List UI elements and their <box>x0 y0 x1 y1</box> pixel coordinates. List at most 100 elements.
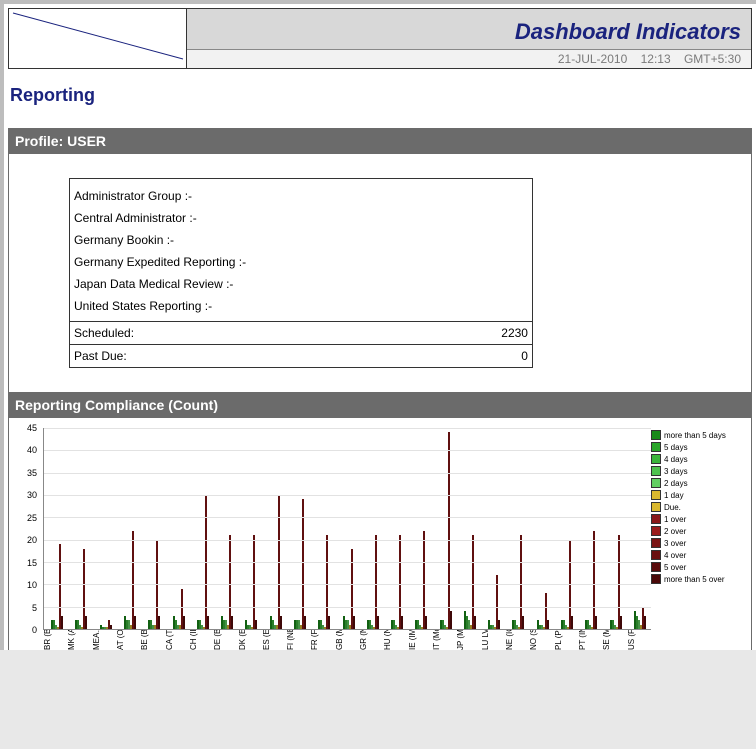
chart-bar <box>110 625 112 629</box>
chart-category <box>578 428 602 629</box>
x-tick: JP (MHLW) <box>456 630 480 650</box>
legend-swatch <box>651 538 661 548</box>
legend-swatch <box>651 502 661 512</box>
profile-row-label: Scheduled: <box>70 322 393 344</box>
chart-category <box>214 428 238 629</box>
x-tick: FI (NEH) <box>286 630 310 650</box>
legend-label: 1 day <box>664 491 684 500</box>
legend-label: 1 over <box>664 515 686 524</box>
chart-bar <box>61 616 63 629</box>
legend-swatch <box>651 430 661 440</box>
legend-item: 5 over <box>651 562 749 572</box>
x-tick: DK (ES) <box>238 630 262 650</box>
y-tick: 25 <box>27 513 37 523</box>
chart-category <box>530 428 554 629</box>
chart-bar <box>474 616 476 629</box>
x-tick: CH (IKS) <box>189 630 213 650</box>
profile-panel: Administrator Group :-Central Administra… <box>8 154 752 392</box>
legend-label: 4 days <box>664 455 688 464</box>
legend-item: 3 days <box>651 466 749 476</box>
chart-bar <box>522 616 524 629</box>
chart-bar <box>253 535 255 629</box>
legend-label: 3 days <box>664 467 688 476</box>
legend-item: 1 day <box>651 490 749 500</box>
legend-item: Due. <box>651 502 749 512</box>
legend-swatch <box>651 478 661 488</box>
x-tick: BE (BFK) <box>140 630 164 650</box>
profile-item: Central Administrator :- <box>74 207 528 229</box>
profile-item: Administrator Group :- <box>74 185 528 207</box>
legend-item: 5 days <box>651 442 749 452</box>
legend-label: 5 over <box>664 563 686 572</box>
chart-category <box>408 428 432 629</box>
chart-bar <box>620 616 622 629</box>
chart-category <box>335 428 359 629</box>
x-tick: MK (ACM) <box>67 630 91 650</box>
chart-bar <box>425 616 427 629</box>
chart-category <box>505 428 529 629</box>
chart-category <box>117 428 141 629</box>
profile-heading: Profile: USER <box>8 128 752 154</box>
chart-category <box>554 428 578 629</box>
compliance-chart: 051015202530354045 BR (BR…)MK (ACM)MEA… … <box>8 418 752 650</box>
x-tick: FR (FMM) <box>310 630 334 650</box>
chart-bar <box>644 616 646 629</box>
chart-category <box>360 428 384 629</box>
profile-item: Japan Data Medical Review :- <box>74 273 528 295</box>
chart-category <box>165 428 189 629</box>
chart-category <box>481 428 505 629</box>
chart-bar <box>450 611 452 629</box>
chart-legend: more than 5 days 5 days 4 days 3 days 2 days… <box>651 428 749 650</box>
chart-bar <box>547 620 549 629</box>
chart-bar <box>207 616 209 629</box>
chart-bar <box>183 616 185 629</box>
chart-category <box>384 428 408 629</box>
y-tick: 5 <box>32 603 37 613</box>
legend-label: 2 over <box>664 527 686 536</box>
chart-category <box>44 428 68 629</box>
x-tick: BR (BR…) <box>43 630 67 650</box>
y-tick: 20 <box>27 535 37 545</box>
legend-swatch <box>651 526 661 536</box>
chart-bar <box>158 616 160 629</box>
x-tick: AT (OEK) <box>116 630 140 650</box>
profile-item: Germany Expedited Reporting :- <box>74 251 528 273</box>
x-tick: SE (MPA) <box>602 630 626 650</box>
page-banner-title: Dashboard Indicators <box>187 9 751 50</box>
chart-bar <box>231 616 233 629</box>
x-tick: IE (IMB) <box>408 630 432 650</box>
banner-time: 12:13 <box>641 52 671 66</box>
chart-bar <box>280 616 282 629</box>
chart-bar <box>401 616 403 629</box>
chart-category <box>457 428 481 629</box>
legend-item: 4 days <box>651 454 749 464</box>
chart-bar <box>595 616 597 629</box>
y-tick: 10 <box>27 580 37 590</box>
page-banner-meta: 21-JUL-2010 12:13 GMT+5:30 <box>187 50 751 68</box>
chart-bar <box>255 620 257 629</box>
x-tick: IT (MoS) <box>432 630 456 650</box>
chart-bar <box>85 616 87 629</box>
profile-row-label: Past Due: <box>70 344 393 367</box>
legend-label: 4 over <box>664 551 686 560</box>
chart-category <box>311 428 335 629</box>
legend-item: 1 over <box>651 514 749 524</box>
chart-bar <box>302 499 304 629</box>
legend-item: 2 days <box>651 478 749 488</box>
x-tick: NE (IGSO) <box>505 630 529 650</box>
profile-row-value: 2230 <box>393 322 532 344</box>
x-tick: PT (INF) <box>578 630 602 650</box>
chart-category <box>263 428 287 629</box>
y-tick: 15 <box>27 558 37 568</box>
legend-label: 3 over <box>664 539 686 548</box>
legend-item: 2 over <box>651 526 749 536</box>
x-tick: GB (MCA) <box>335 630 359 650</box>
profile-item: United States Reporting :- <box>74 295 528 317</box>
x-tick: US (FDA) <box>627 630 651 650</box>
chart-bar <box>328 616 330 629</box>
chart-category <box>190 428 214 629</box>
legend-item: 4 over <box>651 550 749 560</box>
y-tick: 0 <box>32 625 37 635</box>
legend-item: more than 5 days <box>651 430 749 440</box>
x-tick: CA (TPD) <box>165 630 189 650</box>
